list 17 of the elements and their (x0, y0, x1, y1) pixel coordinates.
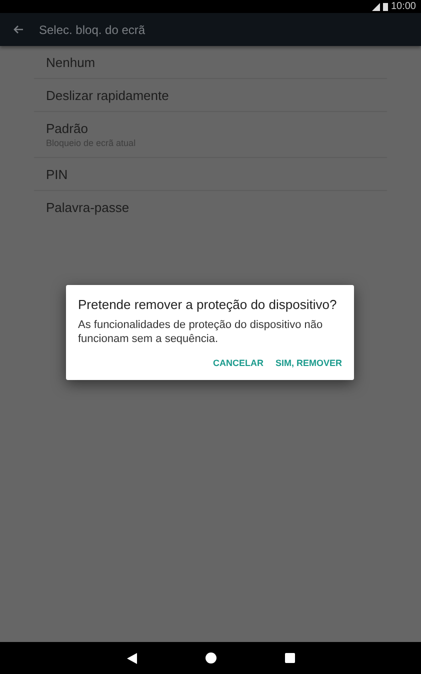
recents-icon[interactable] (284, 653, 294, 663)
dialog-title: Pretende remover a proteção do dispositivo? (78, 297, 338, 312)
option-title[interactable]: Nenhum (46, 54, 375, 70)
dialog-message: As funcionalidades de proteção do dispositivo não funcionam sem a sequência. (78, 318, 324, 346)
option-title[interactable]: Palavra-passe (46, 200, 375, 214)
option-title[interactable]: Padrão (46, 121, 375, 136)
dialog-button[interactable]: SIM, REMOVER (275, 356, 342, 370)
signal-icon (372, 2, 380, 10)
back-icon[interactable] (126, 652, 136, 664)
back-arrow-icon[interactable] (13, 25, 23, 34)
option-title[interactable]: Deslizar rapidamente (46, 88, 375, 102)
clock-time: 10:00 (390, 1, 416, 12)
screen-title: Selec. bloq. do ecrã (39, 22, 146, 36)
dialog-button[interactable]: CANCELAR (212, 356, 264, 370)
home-icon[interactable] (204, 652, 216, 664)
option-title[interactable]: PIN (46, 166, 375, 182)
battery-icon (382, 2, 388, 10)
